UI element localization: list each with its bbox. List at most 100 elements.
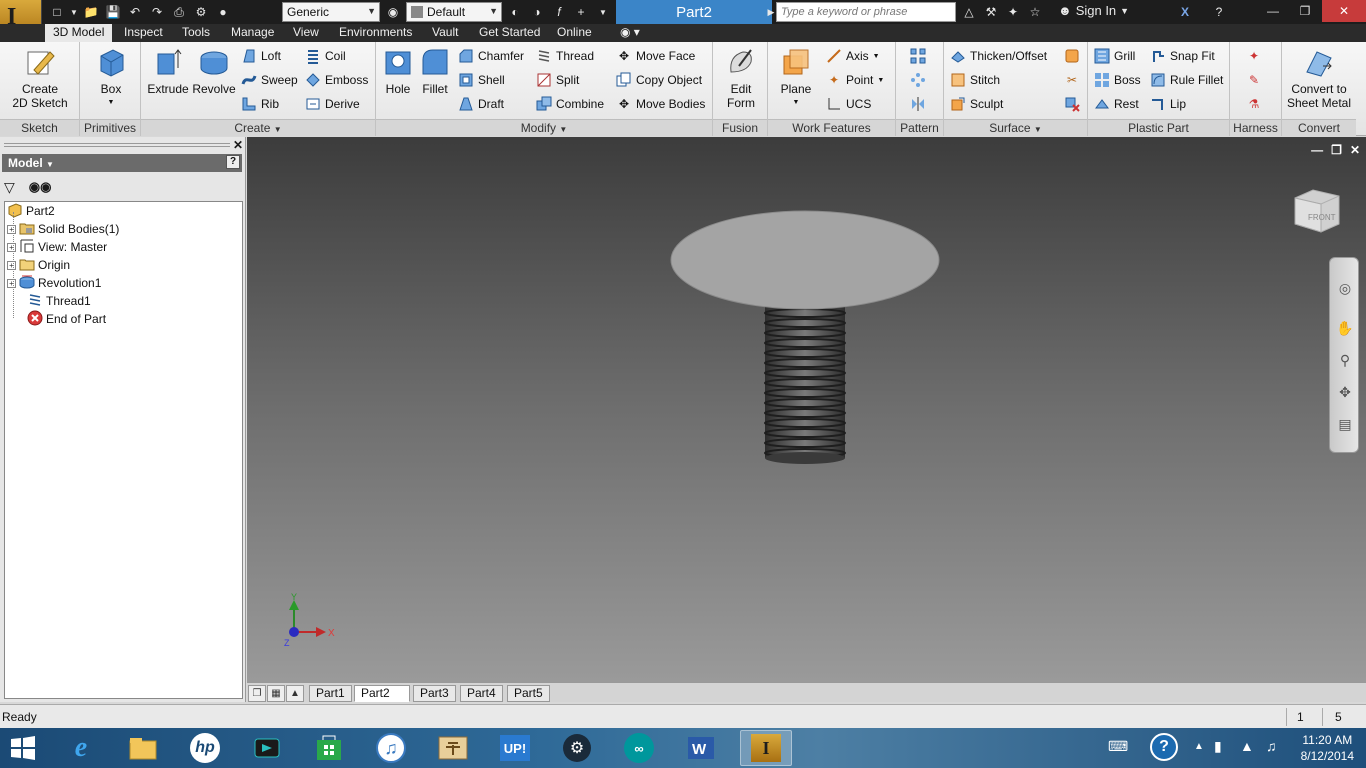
sculpt-button[interactable]: Sculpt	[950, 94, 1003, 114]
viewport-restore-icon[interactable]: ❐	[1331, 143, 1342, 157]
taskbar-hp[interactable]: hp	[182, 730, 228, 766]
viewcube[interactable]: FRONT	[1291, 184, 1341, 234]
tab-view[interactable]: View	[285, 24, 327, 42]
tile-icon[interactable]: ▦	[267, 685, 285, 702]
coil-button[interactable]: Coil	[305, 46, 346, 66]
tab-extra[interactable]: ◉ ▾	[612, 24, 648, 42]
create-2d-sketch-button[interactable]: Create 2D Sketch	[4, 46, 76, 110]
satellite-icon[interactable]: ✦	[1004, 3, 1022, 21]
move-bodies-button[interactable]: ✥ Move Bodies	[616, 94, 705, 114]
panel-label-create[interactable]: Create ▼	[141, 119, 375, 136]
steering-wheel-icon[interactable]: ◎	[1335, 278, 1355, 298]
harness-route-button[interactable]: ✎	[1246, 70, 1262, 90]
function-icon[interactable]: f	[550, 3, 568, 21]
taskbar-arduino[interactable]: ∞	[616, 730, 662, 766]
start-button[interactable]	[0, 730, 46, 766]
tools-icon[interactable]: ⚒	[982, 3, 1000, 21]
convert-to-sheet-metal-button[interactable]: Convert to Sheet Metal	[1284, 46, 1354, 110]
tab-manage[interactable]: Manage	[223, 24, 282, 42]
hole-button[interactable]: Hole	[380, 46, 416, 96]
patch-button[interactable]	[1064, 46, 1080, 66]
browser-grip[interactable]	[4, 143, 230, 147]
taskbar-store[interactable]	[306, 730, 352, 766]
shell-button[interactable]: Shell	[458, 70, 505, 90]
plane-button[interactable]: Plane ▼	[774, 46, 818, 110]
fillet-button[interactable]: Fillet	[416, 46, 454, 96]
help-search-input[interactable]: Type a keyword or phrase	[776, 2, 956, 22]
doc-tab-part2[interactable]: Part2 ⌧	[354, 685, 410, 714]
customize-arrow-icon[interactable]: ▼	[594, 3, 612, 21]
tree-item-solid-bodies[interactable]: + Solid Bodies(1)	[7, 220, 119, 238]
sweep-button[interactable]: Sweep	[241, 70, 298, 90]
keyboard-icon[interactable]: ⌨	[1108, 738, 1128, 755]
dropdown-arrow-icon[interactable]: ▼	[70, 3, 78, 21]
battery-icon[interactable]: ▮	[1214, 738, 1222, 755]
color-wheel-icon[interactable]: ◉	[384, 3, 402, 21]
taskbar-family-tree[interactable]	[430, 730, 476, 766]
taskbar-steam[interactable]: ⚙	[554, 730, 600, 766]
tree-item-thread1[interactable]: Thread1	[27, 292, 91, 310]
doc-tab-part4[interactable]: Part4	[460, 685, 503, 702]
rule-fillet-button[interactable]: Rule Fillet	[1150, 70, 1223, 90]
box-button[interactable]: Box ▼	[90, 46, 132, 110]
revolve-button[interactable]: Revolve	[191, 46, 237, 96]
browser-help-icon[interactable]: ?	[226, 155, 240, 169]
tab-3d-model[interactable]: 3D Model	[45, 24, 113, 42]
adjust-icon[interactable]: ◐	[506, 3, 524, 21]
taskbar-word[interactable]: W	[678, 730, 724, 766]
lip-button[interactable]: Lip	[1150, 94, 1186, 114]
appearance-combo[interactable]: Default ▼	[406, 2, 502, 22]
loft-button[interactable]: Loft	[241, 46, 281, 66]
axis-button[interactable]: Axis ▼	[826, 46, 880, 66]
binoculars-icon[interactable]: △	[960, 3, 978, 21]
expand-icon[interactable]: +	[7, 278, 16, 288]
combine-button[interactable]: Combine	[536, 94, 604, 114]
tree-item-revolution1[interactable]: + Revolution1	[7, 274, 101, 292]
move-face-button[interactable]: ✥ Move Face	[616, 46, 695, 66]
star-icon[interactable]: ☆	[1026, 3, 1044, 21]
grill-button[interactable]: Grill	[1094, 46, 1135, 66]
trim-button[interactable]: ✂	[1064, 70, 1080, 90]
doc-tab-part3[interactable]: Part3	[413, 685, 456, 702]
boss-button[interactable]: Boss	[1094, 70, 1141, 90]
tab-vault[interactable]: Vault	[424, 24, 466, 42]
expand-icon[interactable]: +	[7, 242, 16, 252]
look-at-icon[interactable]: ▤	[1335, 414, 1355, 434]
tab-environments[interactable]: Environments	[331, 24, 420, 42]
chamfer-button[interactable]: Chamfer	[458, 46, 524, 66]
taskbar-inventor[interactable]: I	[740, 730, 792, 766]
open-documents-arrow-icon[interactable]: ▲	[286, 685, 304, 702]
filter-icon[interactable]: ▽	[4, 179, 15, 196]
derive-button[interactable]: Derive	[305, 94, 360, 114]
viewport-close-icon[interactable]: ✕	[1350, 143, 1360, 157]
volume-icon[interactable]: ♫	[1266, 738, 1277, 754]
tab-tools[interactable]: Tools	[174, 24, 218, 42]
model-bolt[interactable]	[662, 203, 952, 473]
ucs-button[interactable]: UCS	[826, 94, 871, 114]
tree-item-view-master[interactable]: + View: Master	[7, 238, 107, 256]
save-icon[interactable]: 💾	[104, 3, 122, 21]
find-binoculars-icon[interactable]: ◉◉	[29, 179, 52, 195]
print-icon[interactable]: ⎙	[170, 3, 188, 21]
circular-pattern-button[interactable]	[910, 70, 926, 90]
graphics-viewport[interactable]: — ❐ ✕ FRONT ◎ ✋ ⚲ ✥ ▤ X Y Z	[247, 137, 1366, 682]
split-button[interactable]: Split	[536, 70, 579, 90]
taskbar-file-explorer[interactable]	[120, 730, 166, 766]
delete-face-button[interactable]	[1064, 94, 1080, 114]
rectangular-pattern-button[interactable]	[910, 46, 926, 66]
thicken-offset-button[interactable]: Thicken/Offset	[950, 46, 1047, 66]
tab-get-started[interactable]: Get Started	[471, 24, 548, 42]
browser-header[interactable]: Model ▼ ?	[2, 154, 242, 172]
material-combo[interactable]: Generic ▼	[282, 2, 380, 22]
tray-expand-icon[interactable]: ▲	[1194, 741, 1204, 752]
system-clock[interactable]: 11:20 AM 8/12/2014	[1301, 732, 1354, 764]
tree-item-end-of-part[interactable]: End of Part	[27, 310, 106, 328]
update-icon[interactable]: ⚙	[192, 3, 210, 21]
taskbar-itunes[interactable]: ♫	[368, 730, 414, 766]
tab-inspect[interactable]: Inspect	[116, 24, 171, 42]
snap-fit-button[interactable]: Snap Fit	[1150, 46, 1215, 66]
tree-item-origin[interactable]: + Origin	[7, 256, 70, 274]
pan-hand-icon[interactable]: ✋	[1335, 318, 1355, 338]
clear-appearance-icon[interactable]: ◑	[528, 3, 546, 21]
undo-icon[interactable]: ↶	[126, 3, 144, 21]
